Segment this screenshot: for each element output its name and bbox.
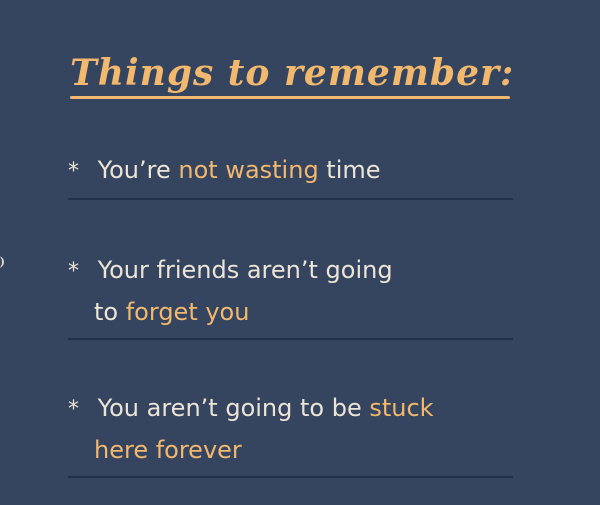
edge-fragment [0, 256, 4, 268]
list-item-line: to forget you [68, 292, 513, 332]
list-item: * You aren’t going to be stuck here fore… [68, 388, 513, 478]
list-item-line: * You’re not wasting time [68, 150, 513, 192]
text-segment: You’re [97, 156, 179, 184]
list-item: * You’re not wasting time [68, 150, 513, 200]
highlight-text: forget you [125, 298, 250, 326]
text-segment: to [94, 298, 126, 326]
highlight-text: here forever [94, 436, 242, 464]
divider [68, 476, 513, 478]
asterisk-bullet-icon: * [68, 397, 79, 422]
list-item: * Your friends aren’t going to forget yo… [68, 250, 513, 340]
highlight-text: stuck [369, 394, 434, 422]
divider [68, 338, 513, 340]
highlight-text: not wasting [178, 156, 319, 184]
page-title: Things to remember: [70, 52, 515, 94]
list-item-line: * You aren’t going to be stuck [68, 388, 513, 430]
list-item-line: here forever [68, 430, 513, 470]
title-block: Things to remember: [70, 52, 515, 99]
text-segment: You aren’t going to be [97, 394, 370, 422]
text-segment: Your friends aren’t going [97, 256, 393, 284]
list-item-line: * Your friends aren’t going [68, 250, 513, 292]
asterisk-bullet-icon: * [68, 159, 79, 184]
asterisk-bullet-icon: * [68, 259, 79, 284]
text-segment: time [318, 156, 381, 184]
divider [68, 198, 513, 200]
title-underline [70, 96, 510, 99]
